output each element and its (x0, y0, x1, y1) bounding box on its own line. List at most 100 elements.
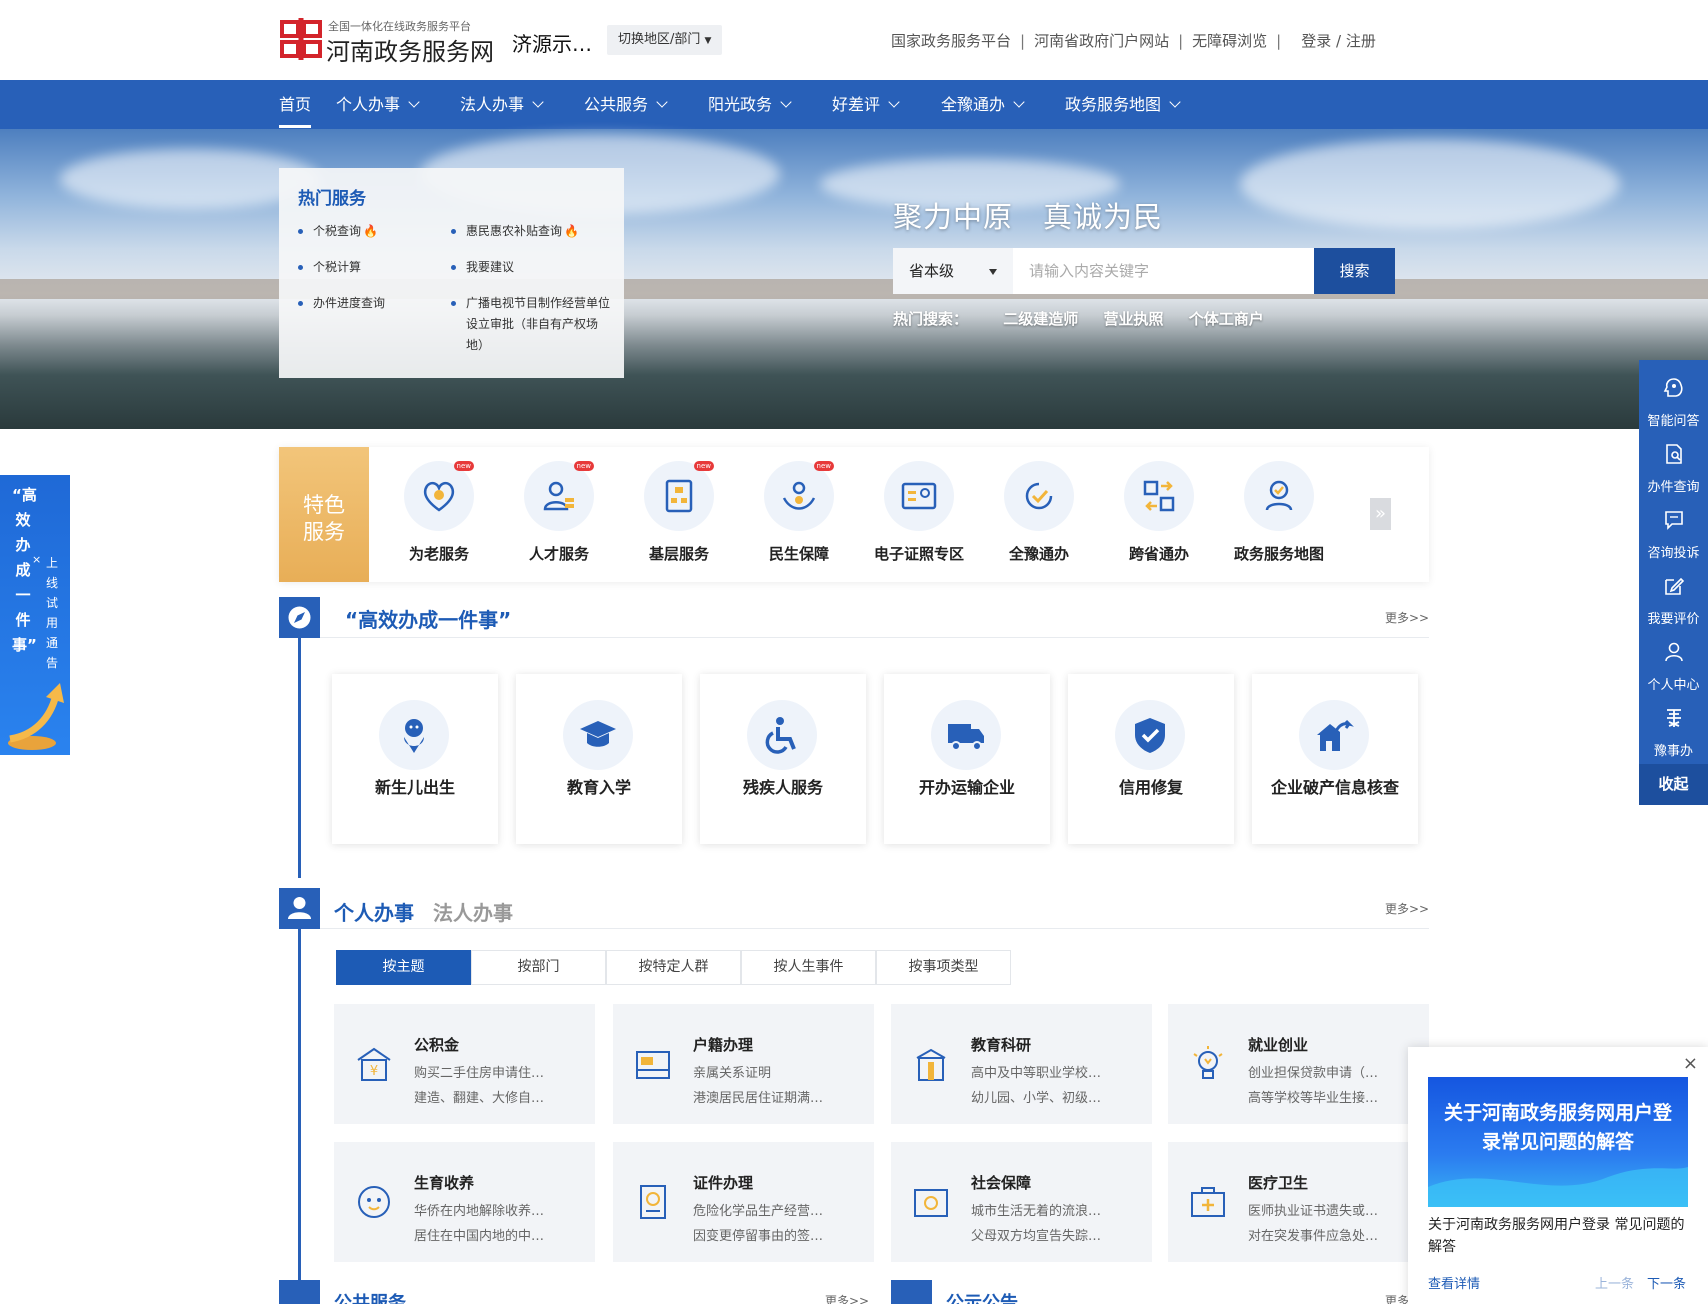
topic-link[interactable]: 对在突发事件应急处… (1248, 1225, 1418, 1244)
search-input[interactable] (1013, 248, 1305, 294)
hot-link-subsidy-query[interactable]: 惠民惠农补贴查询 🔥 (451, 221, 579, 242)
topic-certificates[interactable]: 证件办理 危险化学品生产经营… 因变更停留事由的签… (613, 1142, 874, 1262)
sidebar-item-rate[interactable]: 我要评价 (1639, 561, 1708, 627)
topic-link[interactable]: 医师执业证书遗失或… (1248, 1200, 1418, 1219)
subtab-item-type[interactable]: 按事项类型 (876, 950, 1011, 985)
notice-more-link[interactable]: 更多 (1385, 1292, 1409, 1304)
featured-next-button[interactable]: » (1370, 498, 1391, 530)
switch-region-button[interactable]: 切换地区/部门 ▼ (607, 25, 723, 55)
topic-link[interactable]: 建造、翻建、大修自… (414, 1087, 584, 1106)
featured-grassroots[interactable]: new 基层服务 (619, 461, 739, 564)
featured-cross-province[interactable]: 跨省通办 (1099, 461, 1219, 564)
svg-text:¥: ¥ (370, 1064, 378, 1079)
gaoxiao-card-bankruptcy[interactable]: 企业破产信息核查 (1252, 674, 1418, 844)
topic-link[interactable]: 幼儿园、小学、初级… (971, 1087, 1141, 1106)
chat-icon (1665, 511, 1683, 530)
topic-link[interactable]: 华侨在内地解除收养… (414, 1200, 584, 1219)
featured-livelihood[interactable]: new 民生保障 (739, 461, 859, 564)
nav-public[interactable]: 公共服务 (584, 80, 668, 129)
topic-healthcare[interactable]: 医疗卫生 医师执业证书遗失或… 对在突发事件应急处… (1168, 1142, 1429, 1262)
nav-legal[interactable]: 法人办事 (460, 80, 544, 129)
hot-search-item[interactable]: 个体工商户 (1189, 310, 1264, 328)
topic-link[interactable]: 创业担保贷款申请（… (1248, 1062, 1418, 1081)
close-icon[interactable]: × (1683, 1053, 1698, 1074)
new-badge: new (813, 461, 834, 471)
close-icon[interactable]: × (32, 553, 41, 566)
nav-map-label: 政务服务地图 (1065, 95, 1162, 114)
topic-social-security[interactable]: 社会保障 城市生活无着的流浪… 父母双方均宣告失踪… (891, 1142, 1152, 1262)
popup-details-link[interactable]: 查看详情 (1428, 1273, 1480, 1292)
popup-next-link[interactable]: 下一条 (1647, 1273, 1686, 1292)
hot-link-tax-calc[interactable]: 个税计算 (297, 257, 361, 278)
nav-allhenan[interactable]: 全豫通办 (941, 80, 1025, 129)
topic-link[interactable]: 危险化学品生产经营… (693, 1200, 863, 1219)
logo-title[interactable]: 河南政务服务网 (326, 32, 494, 67)
tab-personal[interactable]: 个人办事 (334, 897, 414, 926)
subtab-theme[interactable]: 按主题 (336, 950, 471, 985)
gaoxiao-card-disability[interactable]: 残疾人服务 (700, 674, 866, 844)
search-button[interactable]: 搜索 (1314, 248, 1395, 294)
sidebar-item-query[interactable]: 办件查询 (1639, 429, 1708, 495)
sidebar-item-qa[interactable]: 智能问答 (1639, 363, 1708, 429)
gaoxiao-more-link[interactable]: 更多>> (1385, 609, 1429, 626)
tab-legal[interactable]: 法人办事 (433, 897, 513, 926)
nav-home[interactable]: 首页 (279, 80, 312, 129)
sidebar-item-yushiban[interactable]: 豫事办 (1639, 693, 1708, 759)
sidebar-item-complaint[interactable]: 咨询投诉 (1639, 495, 1708, 561)
hot-link-progress[interactable]: 办件进度查询 (297, 293, 385, 314)
featured-all-henan[interactable]: 全豫通办 (979, 461, 1099, 564)
topic-link[interactable]: 父母双方均宣告失踪… (971, 1225, 1141, 1244)
topic-link[interactable]: 居住在中国内地的中… (414, 1225, 584, 1244)
sidebar-item-label: 我要评价 (1647, 612, 1700, 627)
scope-select[interactable]: 省本级 (893, 248, 1013, 294)
link-henan-portal[interactable]: 河南省政府门户网站 (1034, 32, 1169, 50)
gaoxiao-card-transport[interactable]: 开办运输企业 (884, 674, 1050, 844)
sidebar-collapse-button[interactable]: 收起 (1639, 764, 1708, 805)
login-link[interactable]: 登录 (1301, 32, 1331, 50)
gaoxiao-card-newborn[interactable]: 新生儿出生 (332, 674, 498, 844)
building-icon (279, 1280, 320, 1304)
topic-employment[interactable]: 就业创业 创业担保贷款申请（… 高等学校等毕业生接… (1168, 1004, 1429, 1124)
popup-banner-image[interactable]: 关于河南政务服务网用户登录常见问题的解答 (1428, 1077, 1688, 1207)
topic-household[interactable]: 户籍办理 亲属关系证明 港澳居民居住证期满… (613, 1004, 874, 1124)
topic-housing-fund[interactable]: ¥ 公积金 购买二手住房申请住… 建造、翻建、大修自… (334, 1004, 595, 1124)
popup-description[interactable]: 关于河南政务服务网用户登录 常见问题的解答 (1428, 1214, 1693, 1258)
sidebar-item-personal-center[interactable]: 个人中心 (1639, 627, 1708, 693)
topic-education[interactable]: 教育科研 高中及中等职业学校… 幼儿园、小学、初级… (891, 1004, 1152, 1124)
link-accessibility[interactable]: 无障碍浏览 (1192, 32, 1267, 50)
hot-link-tax-query[interactable]: 个税查询 🔥 (298, 221, 378, 242)
personal-more-link[interactable]: 更多>> (1385, 900, 1429, 917)
popup-prev-link[interactable]: 上一条 (1595, 1273, 1634, 1292)
subtab-life-event[interactable]: 按人生事件 (741, 950, 876, 985)
subtab-group[interactable]: 按特定人群 (606, 950, 741, 985)
topic-link[interactable]: 城市生活无着的流浪… (971, 1200, 1141, 1219)
topic-link[interactable]: 港澳居民居住证期满… (693, 1087, 863, 1106)
featured-service-map[interactable]: 政务服务地图 (1219, 461, 1339, 564)
topic-link[interactable]: 亲属关系证明 (693, 1062, 863, 1081)
hot-link-broadcast[interactable]: 广播电视节目制作经营单位设立审批（非自有产权场地） (451, 293, 614, 356)
talent-icon: new (524, 461, 594, 531)
nav-rating[interactable]: 好差评 (832, 80, 900, 129)
topic-link[interactable]: 购买二手住房申请住… (414, 1062, 584, 1081)
nav-map[interactable]: 政务服务地图 (1065, 80, 1181, 129)
public-more-link[interactable]: 更多>> (825, 1292, 869, 1304)
topic-link[interactable]: 高中及中等职业学校… (971, 1062, 1141, 1081)
hot-search-item[interactable]: 二级建造师 (1003, 310, 1078, 328)
topic-birth-adoption[interactable]: 生育收养 华侨在内地解除收养… 居住在中国内地的中… (334, 1142, 595, 1262)
gaoxiao-card-education[interactable]: 教育入学 (516, 674, 682, 844)
featured-elderly[interactable]: new 为老服务 (379, 461, 499, 564)
link-national-platform[interactable]: 国家政务服务平台 (891, 32, 1011, 50)
subtab-department[interactable]: 按部门 (471, 950, 606, 985)
hot-search-item[interactable]: 营业执照 (1104, 310, 1164, 328)
left-promo-float[interactable]: “高效办成一件事” × 上线试用通告 (0, 475, 70, 755)
nav-sunshine[interactable]: 阳光政务 (708, 80, 792, 129)
topic-link[interactable]: 因变更停留事由的签… (693, 1225, 863, 1244)
hot-link-suggest[interactable]: 我要建议 (450, 257, 514, 278)
featured-e-license[interactable]: 电子证照专区 (859, 461, 979, 564)
gaoxiao-card-credit[interactable]: 信用修复 (1068, 674, 1234, 844)
featured-talent[interactable]: new 人才服务 (499, 461, 619, 564)
divider (320, 637, 1429, 638)
nav-personal[interactable]: 个人办事 (336, 80, 420, 129)
register-link[interactable]: 注册 (1346, 32, 1376, 50)
topic-link[interactable]: 高等学校等毕业生接… (1248, 1087, 1418, 1106)
